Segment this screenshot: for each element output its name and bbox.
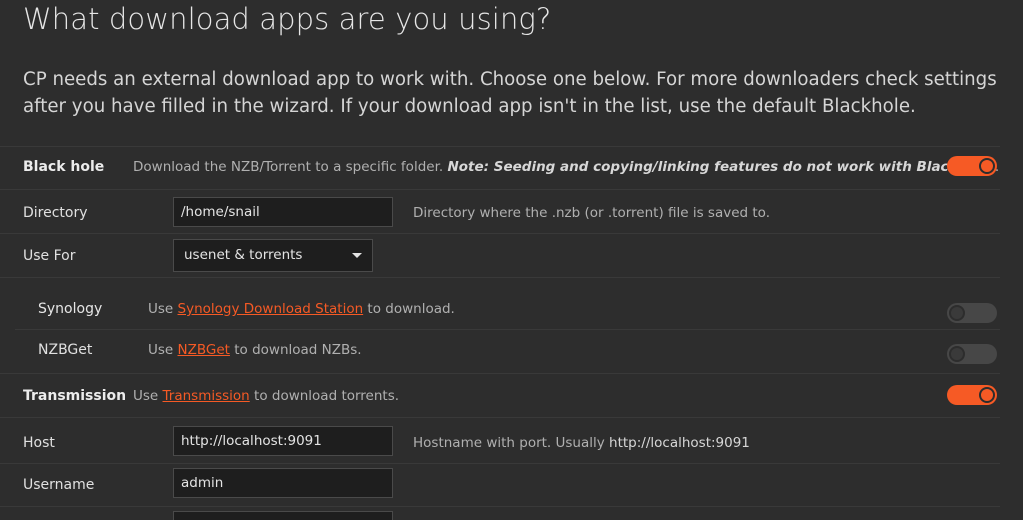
toggle-knob <box>979 387 995 403</box>
toggle-knob <box>949 305 965 321</box>
synology-label: Synology <box>38 301 103 317</box>
blackhole-desc-prefix: Download the NZB/Torrent to a specific f… <box>133 159 448 175</box>
use-for-select[interactable]: usenet & torrents <box>173 239 373 272</box>
directory-input[interactable] <box>173 197 393 227</box>
password-input[interactable] <box>173 511 393 520</box>
download-apps-wizard-page: What download apps are you using? CP nee… <box>0 0 1023 520</box>
transmission-link[interactable]: Transmission <box>163 388 250 404</box>
transmission-label: Transmission <box>23 388 127 404</box>
synology-desc-suffix: to download. <box>363 301 455 317</box>
blackhole-description: Download the NZB/Torrent to a specific f… <box>133 158 999 176</box>
nzbget-toggle[interactable] <box>947 344 997 364</box>
directory-hint: Directory where the .nzb (or .torrent) f… <box>413 205 770 221</box>
nzbget-desc-suffix: to download NZBs. <box>229 342 362 358</box>
host-input[interactable] <box>173 426 393 456</box>
divider <box>0 417 1000 418</box>
transmission-desc-suffix: to download torrents. <box>249 388 400 404</box>
page-title: What download apps are you using? <box>23 2 552 36</box>
username-label: Username <box>23 477 95 493</box>
transmission-toggle[interactable] <box>947 385 997 405</box>
directory-label: Directory <box>23 205 88 221</box>
synology-toggle[interactable] <box>947 303 997 323</box>
use-for-label: Use For <box>23 248 76 264</box>
host-label: Host <box>23 435 55 451</box>
toggle-knob <box>979 158 995 174</box>
transmission-description: Use Transmission to download torrents. <box>133 387 399 405</box>
transmission-desc-prefix: Use <box>133 388 163 404</box>
host-hint-value: http://localhost:9091 <box>609 435 750 451</box>
use-for-selected-value: usenet & torrents <box>184 247 303 263</box>
host-hint: Hostname with port. Usually http://local… <box>413 434 750 452</box>
nzbget-description: Use NZBGet to download NZBs. <box>148 341 362 359</box>
blackhole-toggle[interactable] <box>947 156 997 176</box>
username-input[interactable] <box>173 468 393 498</box>
host-hint-prefix: Hostname with port. Usually <box>413 435 610 451</box>
caret-down-icon <box>352 253 362 258</box>
divider <box>0 233 1000 234</box>
divider <box>0 146 1000 147</box>
divider <box>0 373 1000 374</box>
divider <box>15 329 1000 330</box>
divider <box>0 277 1000 278</box>
synology-link[interactable]: Synology Download Station <box>178 301 364 317</box>
synology-description: Use Synology Download Station to downloa… <box>148 300 455 318</box>
nzbget-link[interactable]: NZBGet <box>178 342 230 358</box>
blackhole-desc-note: Note: Seeding and copying/linking featur… <box>447 159 995 175</box>
nzbget-label: NZBGet <box>38 342 93 358</box>
page-intro: CP needs an external download app to wor… <box>23 69 997 117</box>
synology-desc-prefix: Use <box>148 301 178 317</box>
nzbget-desc-prefix: Use <box>148 342 178 358</box>
divider <box>0 506 1000 507</box>
divider <box>0 189 1000 190</box>
toggle-knob <box>949 346 965 362</box>
divider <box>0 463 1000 464</box>
blackhole-label: Black hole <box>23 159 105 175</box>
